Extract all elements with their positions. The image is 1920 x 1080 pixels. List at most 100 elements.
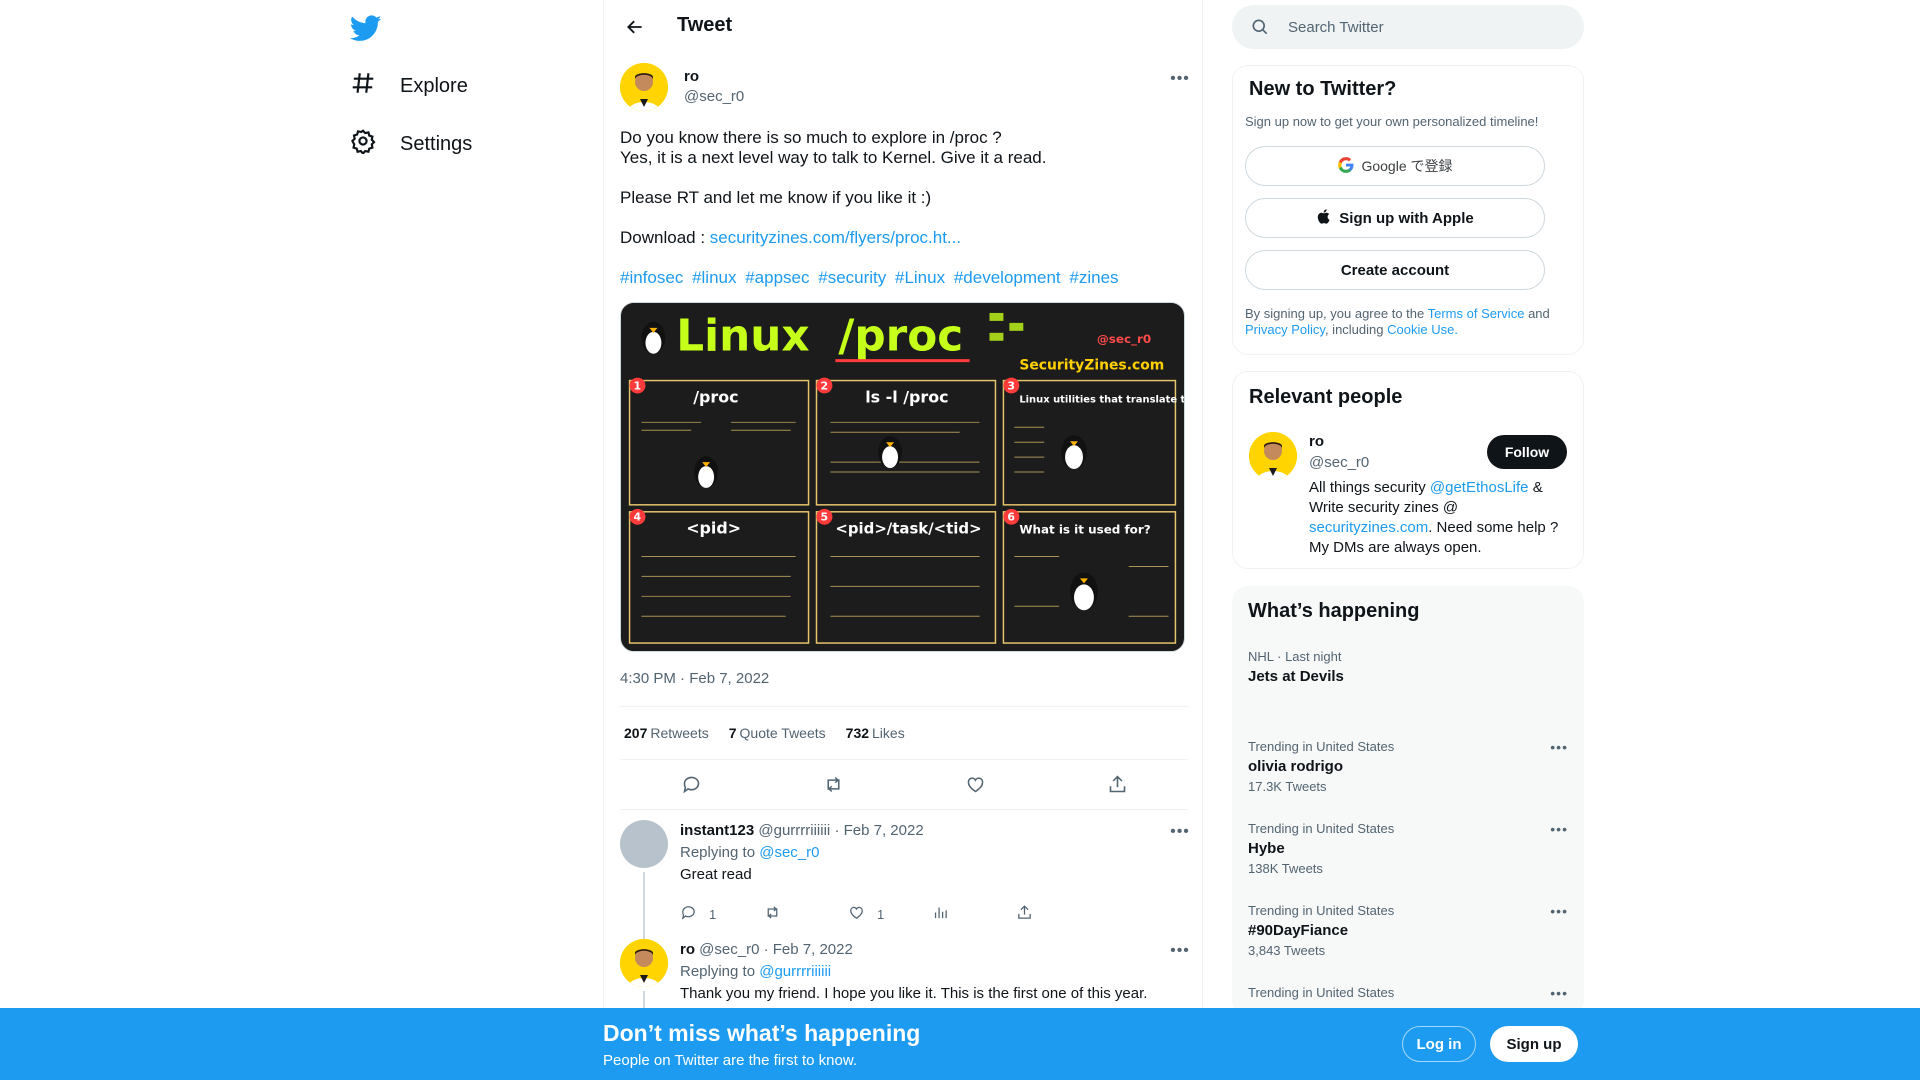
trend-topic: Jets at Devils [1248,668,1344,685]
reply-item[interactable]: ro @sec_r0 · Feb 7, 2022 ••• Replying to… [604,939,1204,1011]
nav-explore[interactable]: Explore [350,66,468,106]
retweet-icon[interactable] [820,772,846,798]
reply-author-name[interactable]: instant123 [680,822,754,839]
follow-button[interactable]: Follow [1487,435,1567,469]
search-input[interactable] [1288,18,1558,36]
trend-item[interactable]: Trending in United States Hybe 138K Twee… [1248,821,1568,876]
reply-author-name[interactable]: ro [680,941,695,958]
relevant-name[interactable]: ro [1309,433,1324,450]
share-icon [1016,904,1033,924]
replying-to-link[interactable]: @sec_r0 [759,844,819,861]
reply-icon [680,904,697,924]
trend-context: NHL · Last night [1248,649,1342,664]
download-link[interactable]: securityzines.com/flyers/proc.ht... [710,228,961,247]
more-options-icon[interactable]: ••• [1168,69,1192,89]
reply-author-handle[interactable]: @sec_r0 [699,941,759,958]
more-options-icon[interactable]: ••• [1550,739,1568,755]
back-arrow-icon[interactable] [620,12,650,42]
relevant-handle[interactable]: @sec_r0 [1309,454,1369,471]
trend-context: Trending in United States [1248,903,1395,918]
panel-title: ls -l /proc [865,387,948,406]
hashtag-link[interactable]: #security [818,268,886,287]
bio-link[interactable]: securityzines.com [1309,519,1428,536]
share-icon[interactable] [1104,772,1130,798]
google-signup-button[interactable]: Google で登録 [1245,146,1545,186]
like-icon [848,904,865,924]
hashtag-link[interactable]: #infosec [620,268,683,287]
like-count: 1 [877,906,885,922]
privacy-link[interactable]: Privacy Policy [1245,322,1325,337]
more-options-icon[interactable]: ••• [1550,985,1568,1001]
search-box[interactable] [1232,5,1584,49]
login-button[interactable]: Log in [1402,1026,1476,1062]
relevant-bio: All things security @getEthosLife & Writ… [1309,478,1571,558]
replying-to-link[interactable]: @gurrrriiiiii [759,963,831,980]
tweet-line: Do you know there is so much to explore … [620,128,1002,147]
author-name[interactable]: ro [684,68,699,85]
gear-icon [350,128,376,160]
avatar[interactable] [620,939,668,987]
author-handle[interactable]: @sec_r0 [684,88,744,105]
more-options-icon[interactable]: ••• [1550,903,1568,919]
replying-label: Replying to [680,844,756,861]
trend-item[interactable]: Trending in United States ••• [1248,985,1568,1001]
thread-line [643,872,645,942]
signup-button[interactable]: Sign up [1490,1026,1578,1062]
avatar[interactable] [620,820,668,868]
tweet-timestamp[interactable]: 4:30 PM · Feb 7, 2022 [620,670,769,687]
signup-card-subtitle: Sign up now to get your own personalized… [1245,114,1539,129]
tweet-header: ro @sec_r0 ••• [620,63,1189,113]
more-options-icon[interactable]: ••• [1168,822,1192,842]
panel-number: 1 [634,380,642,393]
retweet-button[interactable] [764,904,848,924]
terms-link[interactable]: Terms of Service [1428,306,1525,321]
tweet-line: Download : securityzines.com/flyers/proc… [620,228,1188,248]
panel-title: Linux utilities that translate to comman… [1019,394,1184,405]
relevant-people-card: Relevant people ro @sec_r0 Follow All th… [1232,371,1584,569]
quotes-count: 7 [728,725,737,741]
trend-item[interactable]: Trending in United States olivia rodrigo… [1248,739,1568,794]
right-sidebar: New to Twitter? Sign up now to get your … [1232,0,1584,1080]
like-icon[interactable] [962,772,988,798]
twitter-logo-icon[interactable] [349,12,382,44]
reply-item[interactable]: instant123 @gurrrriiiiii · Feb 7, 2022 •… [604,820,1204,942]
analytics-button[interactable] [932,904,1016,924]
tweet-image[interactable]: Linux /proc @sec_r0 SecurityZines.com 1 … [620,302,1185,652]
google-signup-label: Google で登録 [1361,158,1453,174]
hashtag-link[interactable]: #development [954,268,1061,287]
hashtag-link[interactable]: #Linux [895,268,945,287]
bio-link[interactable]: @getEthosLife [1430,479,1529,496]
trend-count: 138K Tweets [1248,861,1323,876]
reply-button[interactable]: 1 [680,904,764,924]
create-account-button[interactable]: Create account [1245,250,1545,290]
reply-text: Thank you my friend. I hope you like it.… [680,985,1148,1002]
avatar[interactable] [620,63,668,111]
more-options-icon[interactable]: ••• [1168,941,1192,961]
quotes-stat[interactable]: 7 Quote Tweets [729,725,826,741]
cookie-link[interactable]: Cookie Use. [1387,322,1458,337]
like-button[interactable]: 1 [848,904,932,924]
replying-to: Replying to @gurrrriiiiii [680,963,831,980]
reply-text: Great read [680,866,752,883]
avatar[interactable] [1249,432,1297,480]
nav-settings-label: Settings [400,132,473,155]
tweet-line: Please RT and let me know if you like it… [620,188,932,207]
reply-date[interactable]: · Feb 7, 2022 [834,822,923,839]
trend-item[interactable]: Trending in United States #90DayFiance 3… [1248,903,1568,958]
likes-stat[interactable]: 732 Likes [846,725,905,741]
hashtag-link[interactable]: #linux [692,268,736,287]
nav-settings[interactable]: Settings [350,124,472,164]
trend-item[interactable]: NHL · Last night Jets at Devils [1248,649,1568,685]
panel-number: 4 [634,511,642,524]
apple-signup-button[interactable]: Sign up with Apple [1245,198,1545,238]
hashtag-link[interactable]: #appsec [745,268,809,287]
share-button[interactable] [1016,904,1100,924]
more-options-icon[interactable]: ••• [1550,821,1568,837]
reply-author-handle[interactable]: @gurrrriiiiii [758,822,830,839]
reply-icon[interactable] [678,772,704,798]
hashtag-link[interactable]: #zines [1069,268,1118,287]
reply-date[interactable]: · Feb 7, 2022 [764,941,853,958]
nav-explore-label: Explore [400,74,468,97]
retweets-stat[interactable]: 207 Retweets [624,725,709,741]
whats-happening-card: What’s happening NHL · Last night Jets a… [1232,586,1584,1016]
